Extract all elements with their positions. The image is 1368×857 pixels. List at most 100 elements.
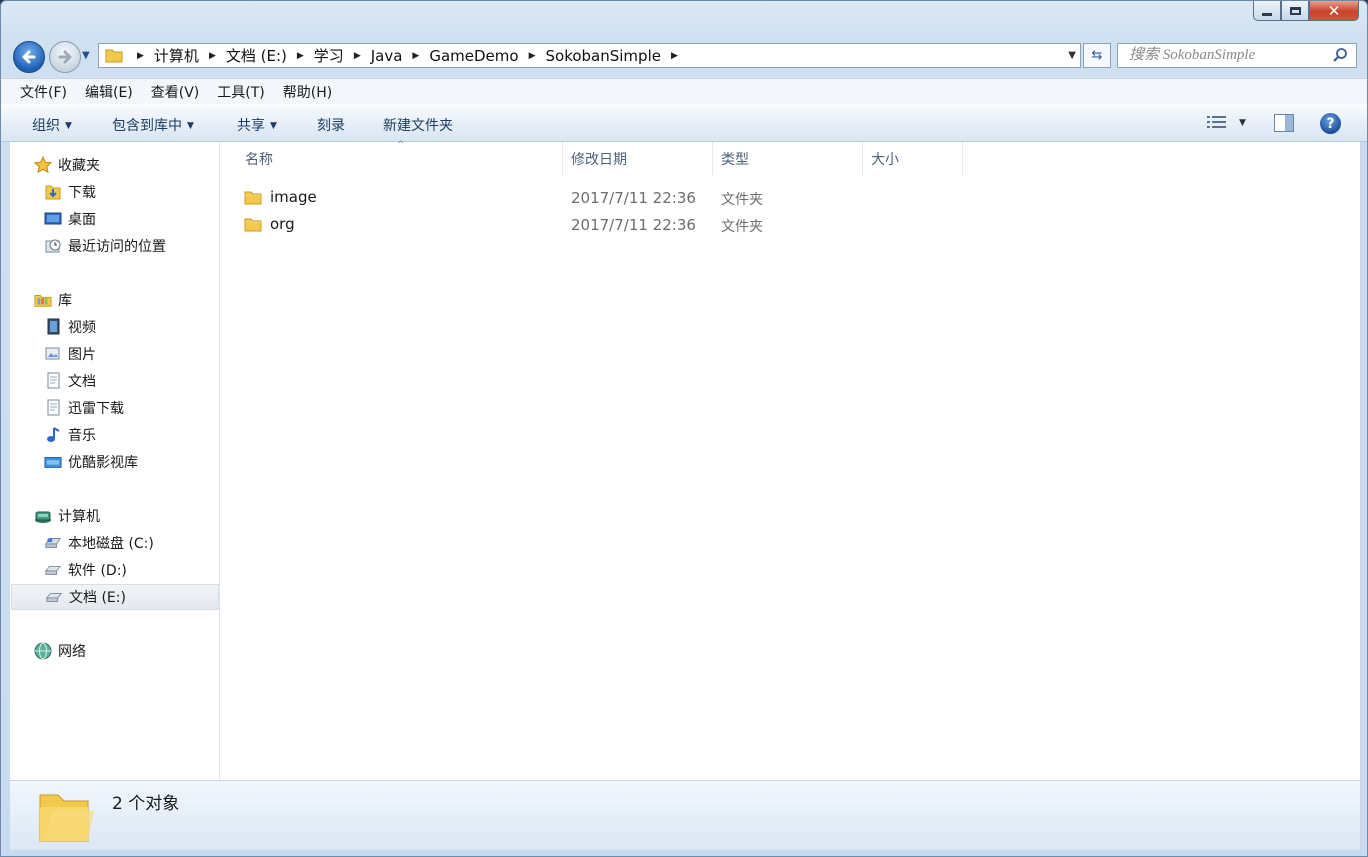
address-bar[interactable]: ▶ 计算机 ▶ 文档 (E:) ▶ 学习 ▶ Java ▶ GameDemo ▶ Soko…: [98, 43, 1081, 68]
sidebar-libraries[interactable]: 库: [34, 287, 72, 313]
sidebar-label: 收藏夹: [58, 158, 100, 174]
hard-drive-icon: [44, 561, 62, 579]
navigation-pane: 收藏夹 下载 桌面 最近访问的位置 库 视频 图片 文档 迅雷下载 音乐 优酷影…: [10, 142, 220, 780]
back-button[interactable]: [13, 41, 45, 73]
libraries-icon: [34, 291, 52, 309]
breadcrumb-label: Java: [370, 46, 403, 65]
documents-library-icon: [44, 372, 62, 390]
share-button[interactable]: 共享 ▼: [237, 115, 277, 135]
main-area: 收藏夹 下载 桌面 最近访问的位置 库 视频 图片 文档 迅雷下载 音乐 优酷影…: [10, 140, 1360, 780]
menu-tools[interactable]: 工具(T): [209, 82, 272, 102]
organize-label: 组织: [32, 118, 60, 134]
music-library-icon: [44, 426, 62, 444]
folder-icon: [105, 49, 123, 63]
sidebar-item-drive-c[interactable]: 本地磁盘 (C:): [44, 530, 154, 556]
file-name-cell: org: [244, 215, 295, 233]
videos-library-icon: [44, 318, 62, 336]
column-header-type[interactable]: 类型: [713, 142, 863, 175]
sidebar-item-recent-places[interactable]: 最近访问的位置: [44, 233, 166, 259]
search-input[interactable]: [1127, 44, 1331, 67]
sidebar-computer[interactable]: 计算机: [34, 503, 100, 529]
column-header-size[interactable]: 大小: [863, 142, 963, 175]
address-dropdown-icon[interactable]: ▼: [1068, 50, 1076, 61]
forward-button[interactable]: [49, 41, 81, 73]
refresh-button[interactable]: ⇆: [1083, 43, 1111, 68]
include-in-library-button[interactable]: 包含到库中 ▼: [112, 115, 194, 135]
file-row[interactable]: org 2017/7/11 22:36 文件夹: [221, 211, 1360, 237]
dropdown-arrow-icon: ▼: [187, 121, 194, 131]
computer-icon: [34, 507, 52, 525]
breadcrumb-separator[interactable]: ▶: [127, 51, 154, 61]
preview-pane-button[interactable]: [1274, 114, 1294, 132]
view-options-icon[interactable]: [1206, 114, 1228, 132]
sidebar-label: 图片: [68, 347, 96, 363]
breadcrumb-study[interactable]: 学习 ▶: [314, 45, 371, 66]
navigation-row: ▼ ▶ 计算机 ▶ 文档 (E:) ▶ 学习 ▶ Java ▶ GameDemo ▶ So…: [1, 39, 1367, 73]
dropdown-arrow-icon: ▼: [65, 121, 72, 131]
menu-edit[interactable]: 编辑(E): [77, 82, 141, 102]
sidebar-network[interactable]: 网络: [34, 638, 86, 664]
help-button[interactable]: ?: [1320, 113, 1341, 134]
burn-button[interactable]: 刻录: [317, 115, 345, 135]
file-row[interactable]: image 2017/7/11 22:36 文件夹: [221, 184, 1360, 210]
sidebar-label: 软件 (D:): [68, 563, 127, 579]
file-list: 名称 ^ 修改日期 类型 大小 image 2017/7/11 22:36 文件…: [221, 140, 1360, 780]
breadcrumb-sokobansimple[interactable]: SokobanSimple ▶: [546, 47, 688, 65]
column-header-date[interactable]: 修改日期: [563, 142, 713, 175]
breadcrumb-drive-e[interactable]: 文档 (E:) ▶: [226, 45, 314, 66]
star-icon: [34, 156, 52, 174]
menu-file[interactable]: 文件(F): [10, 82, 75, 102]
xunlei-library-icon: [44, 399, 62, 417]
sidebar-item-desktop[interactable]: 桌面: [44, 206, 96, 232]
sidebar-item-videos[interactable]: 视频: [44, 314, 96, 340]
pictures-library-icon: [44, 345, 62, 363]
sidebar-label: 计算机: [58, 509, 100, 525]
menu-view[interactable]: 查看(V): [143, 82, 208, 102]
column-header-name[interactable]: 名称 ^: [221, 140, 563, 175]
sidebar-item-documents[interactable]: 文档: [44, 368, 96, 394]
sidebar-item-music[interactable]: 音乐: [44, 422, 96, 448]
minimize-icon: [1262, 13, 1272, 16]
share-label: 共享: [237, 118, 265, 134]
folder-icon: [244, 191, 262, 205]
breadcrumb-label: 文档 (E:): [225, 47, 287, 65]
sidebar-label: 优酷影视库: [68, 455, 138, 471]
new-folder-button[interactable]: 新建文件夹: [383, 115, 453, 135]
sidebar-item-drive-e[interactable]: 文档 (E:): [11, 584, 219, 610]
maximize-button[interactable]: [1281, 1, 1309, 21]
folder-icon: [244, 218, 262, 232]
breadcrumb-computer[interactable]: 计算机 ▶: [154, 45, 226, 66]
file-name: org: [270, 215, 295, 233]
view-dropdown-icon[interactable]: ▼: [1239, 118, 1246, 128]
desktop-icon: [44, 210, 62, 228]
breadcrumb-label: GameDemo: [429, 46, 519, 65]
sidebar-label: 音乐: [68, 428, 96, 444]
sidebar-item-downloads[interactable]: 下载: [44, 179, 96, 205]
breadcrumb-java[interactable]: Java ▶: [371, 47, 430, 65]
maximize-icon: [1289, 6, 1301, 15]
close-button[interactable]: ✕: [1309, 1, 1359, 21]
search-box[interactable]: [1117, 43, 1357, 68]
column-label: 名称: [245, 151, 273, 168]
file-name: image: [270, 188, 317, 206]
sidebar-favorites[interactable]: 收藏夹: [34, 152, 100, 178]
file-type: 文件夹: [721, 192, 763, 208]
preview-pane-icon: [1285, 115, 1293, 131]
command-bar: 组织 ▼ 包含到库中 ▼ 共享 ▼ 刻录 新建文件夹 ▼ ?: [1, 104, 1367, 142]
item-count: 2 个对象: [112, 794, 180, 814]
sidebar-label: 文档 (E:): [69, 590, 126, 606]
minimize-button[interactable]: [1253, 1, 1281, 21]
menu-bar: 文件(F) 编辑(E) 查看(V) 工具(T) 帮助(H): [1, 78, 1367, 105]
refresh-icon: ⇆: [1091, 48, 1103, 63]
downloads-folder-icon: [44, 183, 62, 201]
sidebar-item-pictures[interactable]: 图片: [44, 341, 96, 367]
breadcrumb-gamedemo[interactable]: GameDemo ▶: [429, 47, 545, 65]
recent-pages-dropdown[interactable]: ▼: [82, 50, 90, 61]
column-label: 大小: [871, 151, 899, 168]
sidebar-item-xunlei-downloads[interactable]: 迅雷下载: [44, 395, 124, 421]
sidebar-item-drive-d[interactable]: 软件 (D:): [44, 557, 127, 583]
file-type: 文件夹: [721, 219, 763, 235]
sidebar-item-youku-library[interactable]: 优酷影视库: [44, 449, 138, 475]
menu-help[interactable]: 帮助(H): [275, 82, 340, 102]
organize-button[interactable]: 组织 ▼: [32, 115, 72, 135]
